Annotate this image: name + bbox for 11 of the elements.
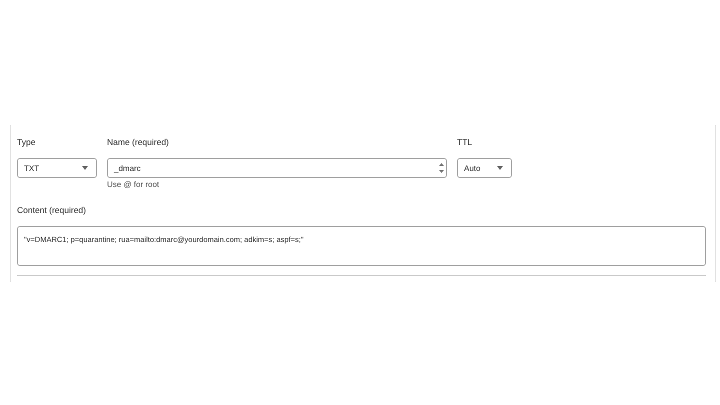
caret-icon xyxy=(497,166,503,170)
field-label: Name (required) xyxy=(107,136,170,149)
caret-icon xyxy=(82,166,88,170)
name-input[interactable]: _dmarc xyxy=(107,158,447,178)
type-select[interactable]: TXT xyxy=(17,158,97,178)
field-label: Content (required) xyxy=(17,204,87,217)
spinner-icon[interactable] xyxy=(439,162,444,174)
field-label: Type xyxy=(17,136,36,149)
hint-text: Use @ for root xyxy=(107,180,160,189)
ttl-select[interactable]: Auto xyxy=(457,158,512,178)
field-label: TTL xyxy=(457,136,474,149)
